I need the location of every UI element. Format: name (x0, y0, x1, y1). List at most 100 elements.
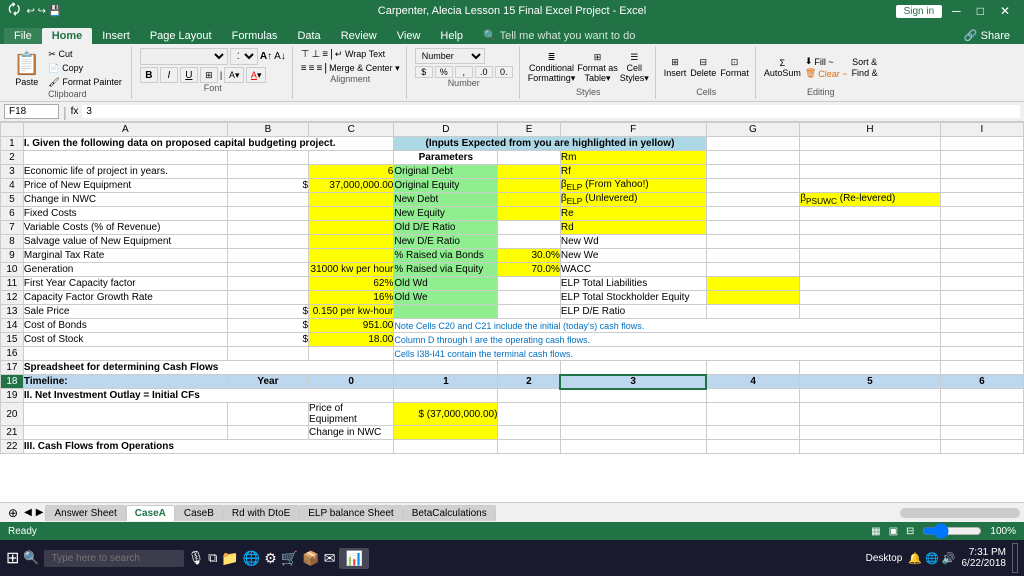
decrease-decimal-button[interactable]: 0. (495, 66, 513, 78)
cell-a7[interactable]: Variable Costs (% of Revenue) (23, 221, 227, 235)
cell-h12[interactable] (800, 291, 940, 305)
cell-i4[interactable] (940, 179, 1023, 193)
cell-f20[interactable] (560, 403, 706, 426)
format-painter-button[interactable]: 🖌 Format Painter (45, 76, 124, 89)
cell-c11[interactable]: 62% (309, 277, 394, 291)
cell-d11[interactable]: Old Wd (394, 277, 498, 291)
cell-i19[interactable] (940, 389, 1023, 403)
cell-e13[interactable] (498, 305, 560, 319)
cell-c14[interactable]: 951.00 (309, 319, 394, 333)
cell-f4[interactable]: βELP (From Yahoo!) (560, 179, 706, 193)
cell-d9[interactable]: % Raised via Bonds (394, 249, 498, 263)
paste-button[interactable]: 📋 Paste (10, 50, 43, 88)
col-header-c[interactable]: C (309, 123, 394, 137)
cell-g1[interactable] (706, 137, 800, 151)
cell-b9[interactable] (227, 249, 308, 263)
tab-review[interactable]: Review (331, 28, 387, 44)
cell-a12[interactable]: Capacity Factor Growth Rate (23, 291, 227, 305)
cell-g10[interactable] (706, 263, 800, 277)
cell-f21[interactable] (560, 426, 706, 440)
cell-c3[interactable]: 6 (309, 165, 394, 179)
cell-i16[interactable] (940, 347, 1023, 361)
cell-h20[interactable] (800, 403, 940, 426)
cell-e5[interactable] (498, 193, 560, 207)
clear-button[interactable]: 🗑Clear ~ (805, 68, 848, 79)
cell-a20[interactable] (23, 403, 227, 426)
cell-h10[interactable] (800, 263, 940, 277)
cell-c2[interactable] (309, 151, 394, 165)
cell-g5[interactable] (706, 193, 800, 207)
underline-button[interactable]: U (180, 67, 198, 83)
cell-c15[interactable]: 18.00 (309, 333, 394, 347)
excel-taskbar-button[interactable]: 📊 (339, 548, 368, 569)
col-header-e[interactable]: E (498, 123, 560, 137)
cell-a18[interactable]: Timeline: (23, 375, 227, 389)
cell-i18[interactable]: 6 (940, 375, 1023, 389)
cell-d17[interactable] (394, 361, 498, 375)
sign-in-button[interactable]: Sign in (896, 5, 943, 18)
cell-i1[interactable] (940, 137, 1023, 151)
cell-d20[interactable]: $ (37,000,000.00) (394, 403, 498, 426)
cell-d14[interactable]: Note Cells C20 and C21 include the initi… (394, 319, 940, 333)
zoom-slider[interactable] (922, 526, 982, 536)
cell-a5[interactable]: Change in NWC (23, 193, 227, 207)
cell-h5[interactable]: βPSUWC (Re-levered) (800, 193, 940, 207)
cell-f3[interactable]: Rf (560, 165, 706, 179)
cell-h21[interactable] (800, 426, 940, 440)
cell-d21[interactable] (394, 426, 498, 440)
cell-e22[interactable] (498, 440, 560, 454)
cell-e11[interactable] (498, 277, 560, 291)
cell-f7[interactable]: Rd (560, 221, 706, 235)
cell-g13[interactable] (706, 305, 800, 319)
cell-b7[interactable] (227, 221, 308, 235)
merge-center-button[interactable]: Merge & Center ▾ (329, 63, 400, 74)
cell-i5[interactable] (940, 193, 1023, 207)
cell-a14[interactable]: Cost of Bonds (23, 319, 227, 333)
cell-f12[interactable]: ELP Total Stockholder Equity (560, 291, 706, 305)
cell-c9[interactable] (309, 249, 394, 263)
add-sheet-button[interactable]: ⊕ (4, 506, 22, 520)
cell-f18[interactable]: 3 (560, 375, 706, 389)
tell-me-input[interactable]: 🔍 Tell me what you want to do (473, 27, 645, 44)
cell-i6[interactable] (940, 207, 1023, 221)
cell-e3[interactable] (498, 165, 560, 179)
cell-b3[interactable] (227, 165, 308, 179)
cell-i11[interactable] (940, 277, 1023, 291)
cell-b5[interactable] (227, 193, 308, 207)
cell-a22[interactable]: III. Cash Flows from Operations (23, 440, 393, 454)
cell-b15[interactable]: $ (227, 333, 308, 347)
cell-d16[interactable]: Cells I38-I41 contain the terminal cash … (394, 347, 940, 361)
cell-i21[interactable] (940, 426, 1023, 440)
cell-a19[interactable]: II. Net Investment Outlay = Initial CFs (23, 389, 393, 403)
amazon-button[interactable]: 📦 (302, 550, 319, 567)
cell-i17[interactable] (940, 361, 1023, 375)
cell-c4[interactable]: 37,000,000.00 (309, 179, 394, 193)
cell-i3[interactable] (940, 165, 1023, 179)
tab-help[interactable]: Help (430, 28, 473, 44)
cell-h7[interactable] (800, 221, 940, 235)
cell-e4[interactable] (498, 179, 560, 193)
cell-i20[interactable] (940, 403, 1023, 426)
cell-i22[interactable] (940, 440, 1023, 454)
delete-cells-button[interactable]: ⊟Delete (690, 57, 716, 78)
cell-b10[interactable] (227, 263, 308, 277)
taskbar-search[interactable] (44, 550, 184, 567)
cortana-button[interactable]: 🎙 (188, 550, 205, 566)
cell-b21[interactable] (227, 426, 308, 440)
name-box[interactable] (4, 104, 59, 119)
cell-d8[interactable]: New D/E Ratio (394, 235, 498, 249)
cell-b6[interactable] (227, 207, 308, 221)
cell-d13[interactable] (394, 305, 498, 319)
cell-h3[interactable] (800, 165, 940, 179)
cell-a6[interactable]: Fixed Costs (23, 207, 227, 221)
sheet-tab-elpbalance[interactable]: ELP balance Sheet (299, 505, 402, 521)
tab-view[interactable]: View (387, 28, 431, 44)
cell-e19[interactable] (498, 389, 560, 403)
cell-c20[interactable]: Price of Equipment (309, 403, 394, 426)
cell-f19[interactable] (560, 389, 706, 403)
cell-g20[interactable] (706, 403, 800, 426)
bold-button[interactable]: B (140, 67, 158, 83)
show-desktop-button[interactable] (1012, 543, 1018, 573)
cell-f9[interactable]: New We (560, 249, 706, 263)
comma-button[interactable]: , (455, 66, 473, 78)
